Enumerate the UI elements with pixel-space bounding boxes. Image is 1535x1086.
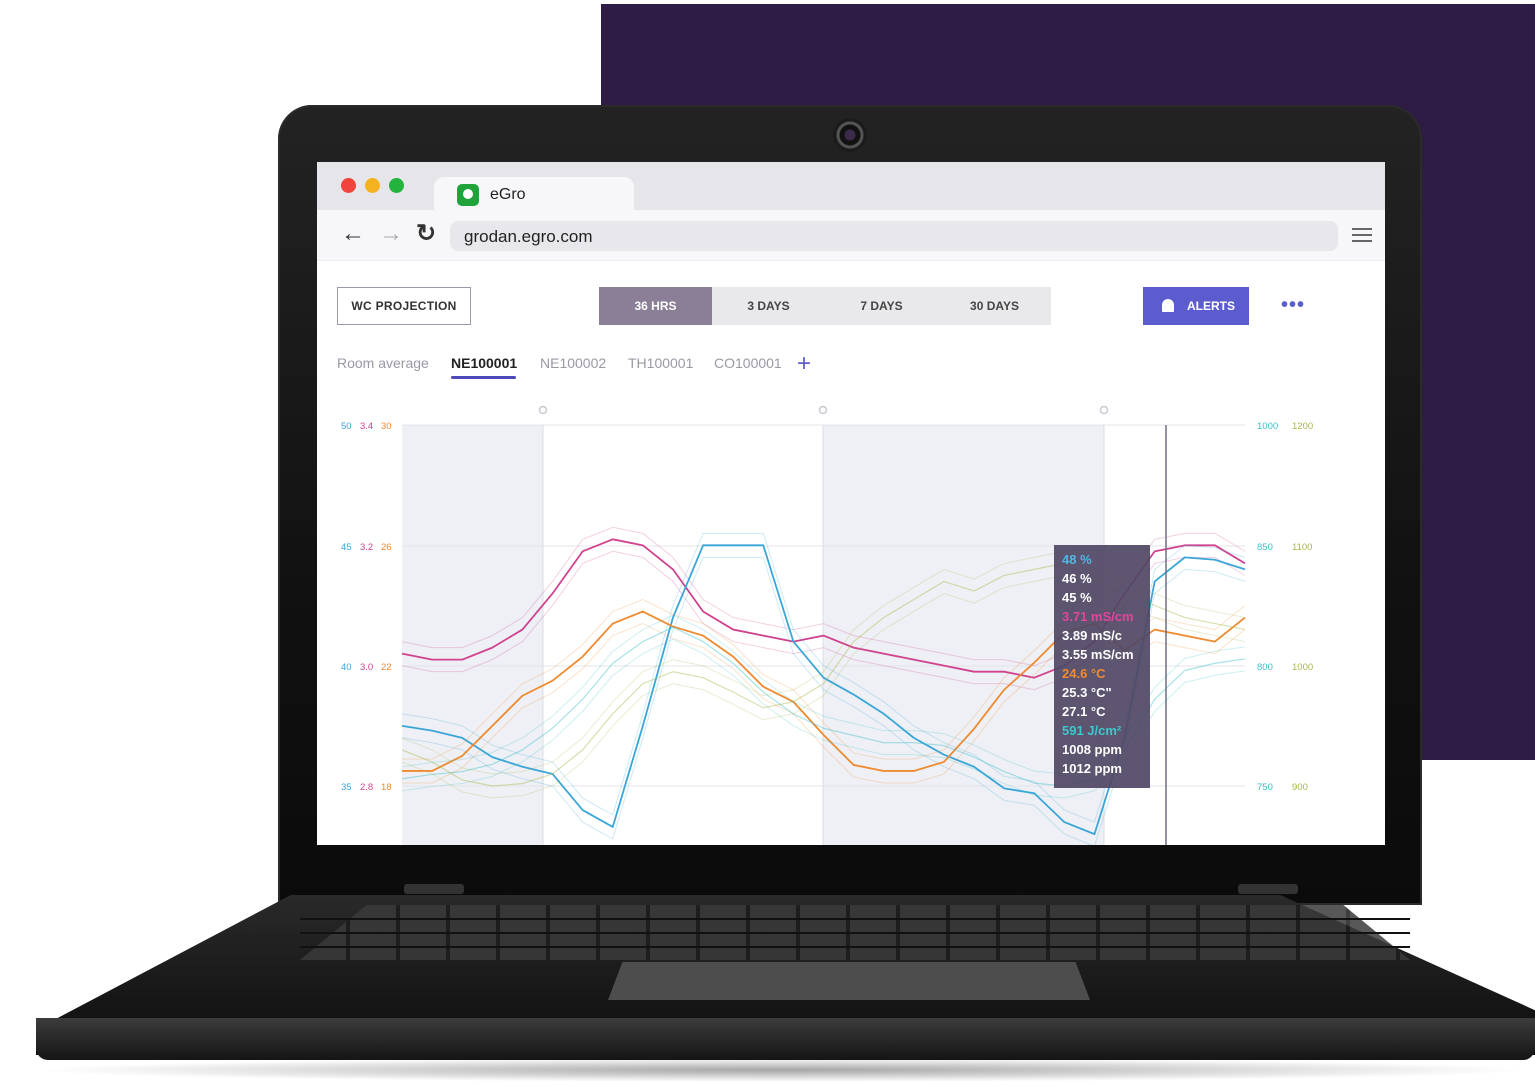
url-text[interactable]: grodan.egro.com <box>464 227 593 247</box>
y-axis-tick-label: 1100 <box>1292 542 1312 553</box>
tooltip-line: 1012 ppm <box>1062 761 1122 776</box>
keyboard-row <box>300 918 1410 920</box>
close-window-icon[interactable] <box>341 178 356 193</box>
alerts-label: ALERTS <box>1187 299 1235 313</box>
sensor-chart[interactable]: 50 45 40 35 3.4 3.2 3.0 2.8 30 26 22 18 1000 850 800 75… <box>317 395 1385 845</box>
y-axis-tick-label: 50 <box>341 421 352 432</box>
hinge-left <box>404 884 464 894</box>
maximize-window-icon[interactable] <box>389 178 404 193</box>
y-axis-tick-label: 18 <box>381 782 392 793</box>
tooltip-line: 24.6 °C <box>1062 666 1106 681</box>
tooltip-line: 25.3 °C" <box>1062 685 1112 700</box>
tooltip-line: 591 J/cm² <box>1062 723 1122 738</box>
laptop-shadow <box>30 1058 1535 1082</box>
y-axis-tick-label: 1200 <box>1292 421 1313 432</box>
alerts-button[interactable]: ALERTS <box>1143 287 1249 325</box>
tab-ne100001[interactable]: NE100001 <box>451 355 517 371</box>
keyboard-row <box>300 946 1410 948</box>
bell-icon <box>1162 299 1174 312</box>
marker-pin-icon <box>1099 405 1109 415</box>
tab-title: eGro <box>490 186 526 203</box>
range-3-days-button[interactable]: 3 DAYS <box>712 287 825 325</box>
tooltip-line: 3.71 mS/cm <box>1062 609 1134 624</box>
y-axis-tick-label: 1000 <box>1292 662 1313 673</box>
tooltip-line: 46 % <box>1062 571 1092 586</box>
tab-co100001[interactable]: CO100001 <box>714 355 782 371</box>
y-axis-tick-label: 40 <box>341 662 352 673</box>
range-30-days-button[interactable]: 30 DAYS <box>938 287 1051 325</box>
laptop-screen: eGro ← → ↻ grodan.egro.com WC PROJECTION… <box>317 162 1385 845</box>
more-options-icon[interactable]: ••• <box>1281 294 1305 317</box>
tab-th100001[interactable]: TH100001 <box>628 355 693 371</box>
y-axis-tick-label: 2.8 <box>360 782 373 793</box>
y-axis-tick-label: 35 <box>341 782 352 793</box>
tab-ne100002[interactable]: NE100002 <box>540 355 606 371</box>
y-axis-tick-label: 3.0 <box>360 662 373 673</box>
marker-pin-icon <box>538 405 548 415</box>
y-axis-tick-label: 30 <box>381 421 392 432</box>
wc-projection-button[interactable]: WC PROJECTION <box>337 287 471 325</box>
back-arrow-icon[interactable]: ← <box>341 222 365 246</box>
y-axis-tick-label: 850 <box>1257 542 1273 553</box>
range-7-days-button[interactable]: 7 DAYS <box>825 287 938 325</box>
forward-arrow-icon[interactable]: → <box>379 222 403 246</box>
hamburger-menu-icon[interactable] <box>1352 228 1372 242</box>
range-36-hrs-button[interactable]: 36 HRS <box>599 287 712 325</box>
hinge-right <box>1238 884 1298 894</box>
y-axis-tick-label: 26 <box>381 542 392 553</box>
trackpad[interactable] <box>608 962 1090 1000</box>
tooltip-line: 1008 ppm <box>1062 742 1122 757</box>
add-sensor-icon[interactable]: + <box>797 350 811 378</box>
tab-room-average[interactable]: Room average <box>337 355 429 371</box>
y-axis-tick-label: 800 <box>1257 662 1273 673</box>
tooltip-line: 45 % <box>1062 590 1092 605</box>
y-axis-tick-label: 900 <box>1292 782 1308 793</box>
y-axis-tick-label: 3.2 <box>360 542 373 553</box>
tooltip-line: 27.1 °C <box>1062 704 1106 719</box>
webcam-icon <box>833 118 867 152</box>
y-axis-tick-label: 45 <box>341 542 352 553</box>
egro-logo-icon <box>457 184 479 206</box>
tooltip-line: 3.55 mS/cm <box>1062 647 1134 662</box>
y-axis-tick-label: 3.4 <box>360 421 373 432</box>
laptop-base-edge <box>36 1018 1535 1060</box>
active-tab-indicator <box>451 376 516 379</box>
y-axis-tick-label: 22 <box>381 662 392 673</box>
tooltip-line: 48 % <box>1062 552 1092 567</box>
reload-icon[interactable]: ↻ <box>416 222 436 246</box>
y-axis-tick-label: 1000 <box>1257 421 1278 432</box>
y-axis-tick-label: 750 <box>1257 782 1273 793</box>
marker-pin-icon <box>818 405 828 415</box>
minimize-window-icon[interactable] <box>365 178 380 193</box>
keyboard-row <box>300 932 1410 934</box>
chart-tooltip: 48 % 46 % 45 % 3.71 mS/cm 3.89 mS/c 3.55 mS/c… <box>1054 545 1150 788</box>
tooltip-line: 3.89 mS/c <box>1062 628 1122 643</box>
